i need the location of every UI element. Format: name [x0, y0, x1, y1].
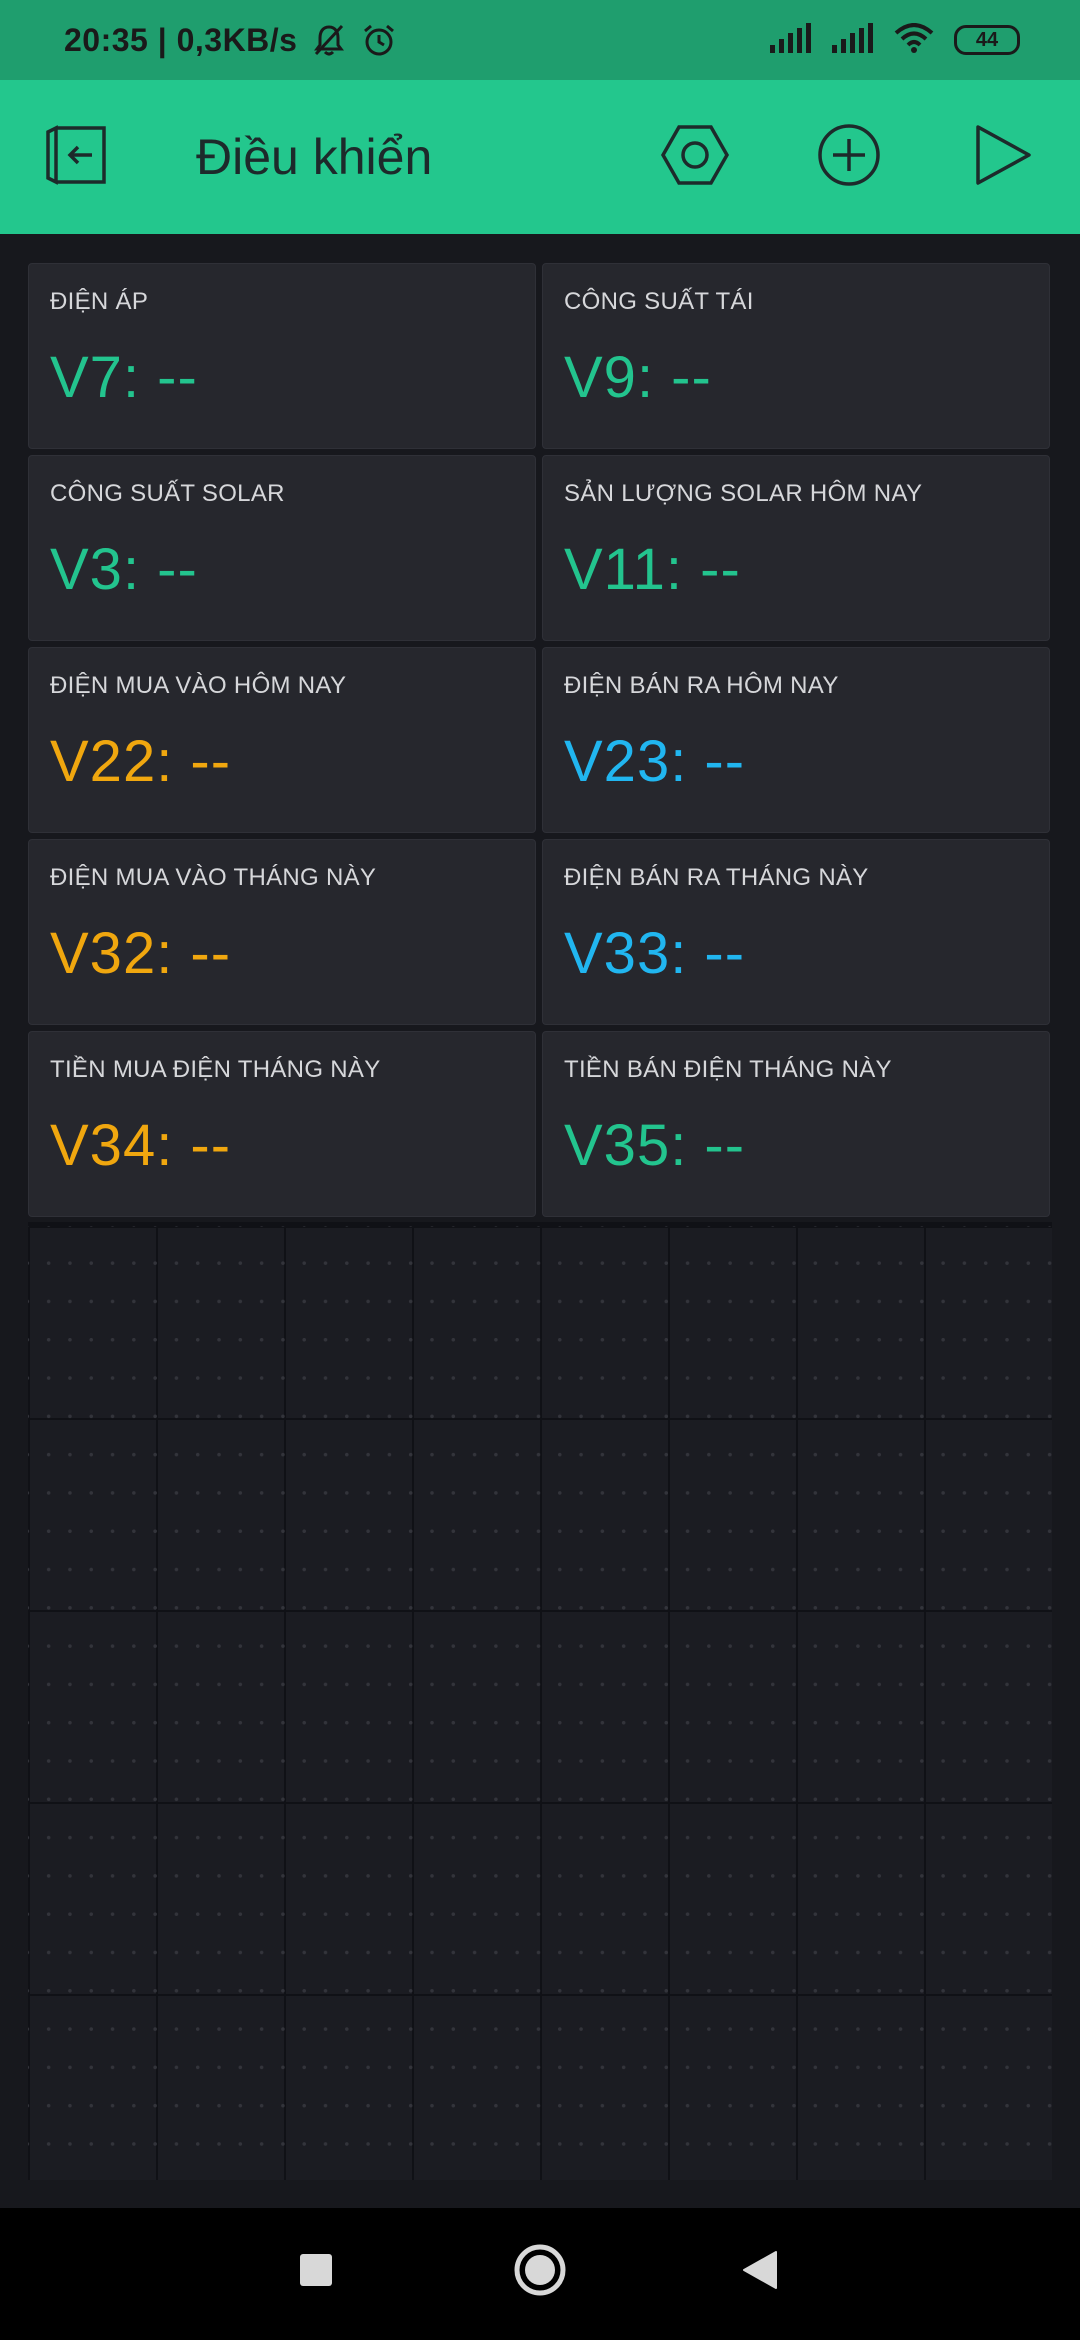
widget-label: SẢN LƯỢNG SOLAR HÔM NAY: [564, 480, 923, 507]
signal-icon: [770, 22, 812, 58]
widget-dien-ban-hom-nay[interactable]: ĐIỆN BÁN RA HÔM NAY V23: --: [542, 647, 1050, 833]
widget-label: ĐIỆN MUA VÀO HÔM NAY: [50, 672, 347, 699]
widget-value: V7: --: [50, 345, 198, 410]
muted-bell-icon: [311, 22, 347, 58]
signal-icon: [832, 22, 874, 58]
alarm-icon: [361, 22, 397, 58]
widget-label: ĐIỆN MUA VÀO THÁNG NÀY: [50, 864, 377, 891]
add-icon: [817, 123, 881, 192]
widget-label: TIỀN BÁN ĐIỆN THÁNG NÀY: [564, 1056, 892, 1083]
widget-tien-ban-thang-nay[interactable]: TIỀN BÁN ĐIỆN THÁNG NÀY V35: --: [542, 1031, 1050, 1217]
widget-label: ĐIỆN BÁN RA HÔM NAY: [564, 672, 839, 699]
widget-value: V11: --: [564, 537, 741, 602]
widget-label: CÔNG SUẤT TÁI: [564, 288, 754, 315]
page-title: Điều khiển: [196, 129, 433, 185]
settings-hex-icon: [660, 124, 730, 191]
battery-icon: 44: [954, 25, 1020, 55]
back-button[interactable]: [728, 2240, 792, 2304]
widget-san-luong-solar[interactable]: SẢN LƯỢNG SOLAR HÔM NAY V11: --: [542, 455, 1050, 641]
app-bar: Điều khiển: [0, 80, 1080, 234]
widget-value: V34: --: [50, 1113, 232, 1178]
status-bar: 20:35 | 0,3KB/s 44: [0, 0, 1080, 80]
widget-cong-suat-tai[interactable]: CÔNG SUẤT TÁI V9: --: [542, 263, 1050, 449]
widget-dien-mua-thang-nay[interactable]: ĐIỆN MUA VÀO THÁNG NÀY V32: --: [28, 839, 536, 1025]
widget-label: ĐIỆN BÁN RA THÁNG NÀY: [564, 864, 869, 891]
empty-widget-canvas[interactable]: [28, 1222, 1052, 2180]
recents-button[interactable]: [284, 2240, 348, 2304]
widget-label: ĐIỆN ÁP: [50, 288, 149, 315]
widget-value: V3: --: [50, 537, 198, 602]
widget-value: V33: --: [564, 921, 746, 986]
widget-cong-suat-solar[interactable]: CÔNG SUẤT SOLAR V3: --: [28, 455, 536, 641]
play-button[interactable]: [948, 80, 1058, 234]
wifi-icon: [894, 22, 934, 58]
widget-value: V9: --: [564, 345, 712, 410]
widget-tien-mua-thang-nay[interactable]: TIỀN MUA ĐIỆN THÁNG NÀY V34: --: [28, 1031, 536, 1217]
widget-dien-ap[interactable]: ĐIỆN ÁP V7: --: [28, 263, 536, 449]
exit-icon: [42, 122, 112, 193]
widget-value: V23: --: [564, 729, 746, 794]
play-icon: [973, 123, 1033, 192]
widget-grid: ĐIỆN ÁP V7: -- CÔNG SUẤT TÁI V9: -- CÔNG…: [28, 263, 1052, 1217]
widget-dien-ban-thang-nay[interactable]: ĐIỆN BÁN RA THÁNG NÀY V33: --: [542, 839, 1050, 1025]
widget-value: V32: --: [50, 921, 232, 986]
battery-level: 44: [975, 28, 999, 51]
exit-button[interactable]: [22, 80, 132, 234]
navigation-bar: [0, 2208, 1080, 2340]
back-triangle-icon: [742, 2250, 778, 2295]
widget-label: TIỀN MUA ĐIỆN THÁNG NÀY: [50, 1056, 381, 1083]
home-circle-icon: [513, 2243, 567, 2302]
add-widget-button[interactable]: [794, 80, 904, 234]
widget-value: V35: --: [564, 1113, 746, 1178]
widget-value: V22: --: [50, 729, 232, 794]
widget-dien-mua-hom-nay[interactable]: ĐIỆN MUA VÀO HÔM NAY V22: --: [28, 647, 536, 833]
home-button[interactable]: [508, 2240, 572, 2304]
recents-square-icon: [299, 2253, 333, 2292]
status-time-speed: 20:35 | 0,3KB/s: [64, 21, 298, 58]
widget-label: CÔNG SUẤT SOLAR: [50, 480, 285, 507]
settings-button[interactable]: [640, 80, 750, 234]
